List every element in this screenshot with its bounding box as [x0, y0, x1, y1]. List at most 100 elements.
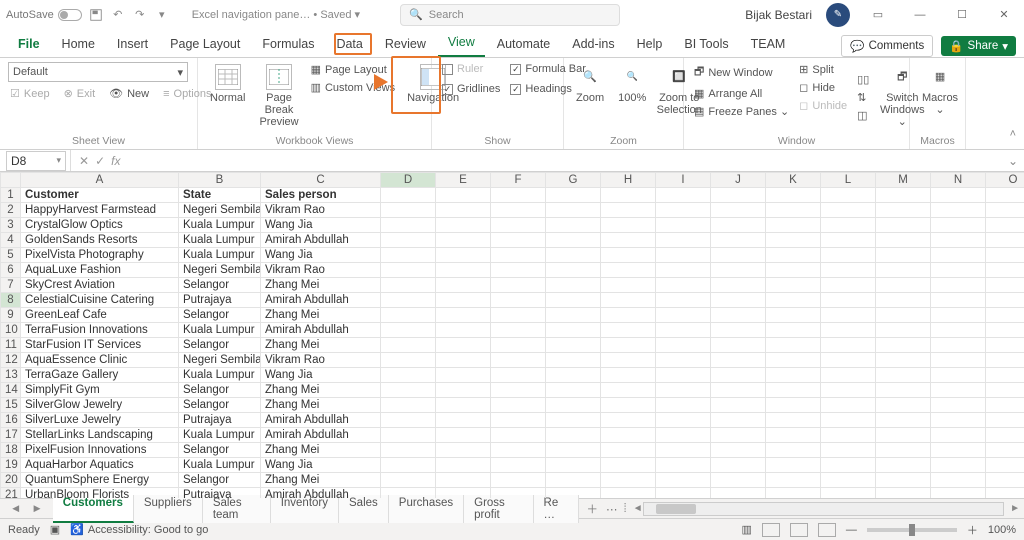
cell[interactable] [381, 323, 436, 338]
cell[interactable] [546, 473, 601, 488]
cell[interactable] [656, 458, 711, 473]
cell[interactable] [931, 413, 986, 428]
cell[interactable] [546, 428, 601, 443]
sheet-tab[interactable]: Customers [53, 495, 134, 523]
cell[interactable] [931, 368, 986, 383]
cell[interactable] [491, 458, 546, 473]
cell[interactable] [711, 308, 766, 323]
sheet-view-dropdown[interactable]: Default▾ [8, 62, 188, 82]
tab-insert[interactable]: Insert [107, 33, 158, 57]
cell[interactable] [601, 248, 656, 263]
sync-scroll-icon[interactable]: ⇅ [855, 90, 871, 105]
fx-icon[interactable]: fx [111, 154, 120, 168]
exit-button[interactable]: ⊗Exit [62, 86, 98, 101]
cell[interactable]: Amirah Abdullah [261, 233, 381, 248]
cell[interactable] [876, 413, 931, 428]
col-header[interactable]: O [986, 173, 1024, 188]
cell[interactable] [766, 443, 821, 458]
view-side-icon[interactable]: ▯▯ [855, 72, 871, 87]
horizontal-scrollbar[interactable] [643, 502, 1004, 516]
cell[interactable] [491, 218, 546, 233]
cell[interactable] [601, 368, 656, 383]
new-button[interactable]: 👁New [107, 86, 151, 101]
cell[interactable] [381, 188, 436, 203]
cell[interactable] [436, 338, 491, 353]
cell[interactable] [931, 353, 986, 368]
cell[interactable] [381, 338, 436, 353]
cell[interactable]: Zhang Mei [261, 443, 381, 458]
tab-page-layout[interactable]: Page Layout [160, 33, 250, 57]
unhide-button[interactable]: ◻Unhide [797, 98, 849, 113]
cell[interactable] [821, 353, 876, 368]
cell[interactable] [986, 488, 1024, 499]
cell[interactable] [986, 293, 1024, 308]
cell[interactable] [766, 368, 821, 383]
cancel-formula-icon[interactable]: ✕ [79, 154, 89, 168]
cell[interactable] [986, 368, 1024, 383]
col-header[interactable]: C [261, 173, 381, 188]
row-header[interactable]: 6 [1, 263, 21, 278]
cell[interactable]: StarFusion IT Services [21, 338, 179, 353]
col-header[interactable]: A [21, 173, 179, 188]
cell[interactable]: Sales person [261, 188, 381, 203]
cell[interactable] [876, 248, 931, 263]
cell[interactable] [656, 263, 711, 278]
cell[interactable] [436, 278, 491, 293]
macro-record-icon[interactable]: ▣ [50, 523, 60, 536]
cell[interactable] [656, 353, 711, 368]
close-icon[interactable]: ✕ [990, 8, 1018, 21]
cell[interactable]: Kuala Lumpur [179, 248, 261, 263]
cell[interactable] [821, 428, 876, 443]
cell[interactable] [381, 278, 436, 293]
user-name[interactable]: Bijak Bestari [745, 8, 812, 22]
display-settings-icon[interactable]: ▥ [741, 523, 751, 536]
cell[interactable] [601, 443, 656, 458]
cell[interactable] [821, 188, 876, 203]
cell[interactable] [986, 353, 1024, 368]
cell[interactable] [711, 398, 766, 413]
cell[interactable] [876, 263, 931, 278]
cell[interactable] [436, 233, 491, 248]
cell[interactable]: Negeri Sembilan [179, 203, 261, 218]
row-header[interactable]: 4 [1, 233, 21, 248]
page-break-button[interactable]: Page Break Preview [255, 62, 302, 130]
cell[interactable] [491, 278, 546, 293]
cell[interactable] [711, 383, 766, 398]
cell[interactable]: Vikram Rao [261, 263, 381, 278]
cell[interactable] [766, 413, 821, 428]
cell[interactable] [821, 473, 876, 488]
cell[interactable] [931, 488, 986, 499]
cell[interactable] [876, 218, 931, 233]
cell[interactable] [546, 458, 601, 473]
cell[interactable] [436, 293, 491, 308]
cell[interactable] [436, 323, 491, 338]
cell[interactable] [656, 443, 711, 458]
cell[interactable] [876, 353, 931, 368]
tab-review[interactable]: Review [375, 33, 436, 57]
macros-button[interactable]: ▦Macros ⌄ [918, 62, 962, 118]
sheet-tab[interactable]: Sales [339, 495, 389, 523]
zoom-out-icon[interactable]: — [846, 524, 857, 536]
cell[interactable] [986, 323, 1024, 338]
cell[interactable]: Zhang Mei [261, 383, 381, 398]
cell[interactable] [656, 488, 711, 499]
tab-home[interactable]: Home [52, 33, 105, 57]
cell[interactable]: State [179, 188, 261, 203]
cell[interactable] [491, 338, 546, 353]
cell[interactable] [711, 458, 766, 473]
cell[interactable]: QuantumSphere Energy [21, 473, 179, 488]
cell[interactable] [766, 473, 821, 488]
cell[interactable]: Amirah Abdullah [261, 428, 381, 443]
zoom-slider[interactable] [867, 528, 957, 532]
cell[interactable]: AquaEssence Clinic [21, 353, 179, 368]
freeze-panes-button[interactable]: ▤Freeze Panes ⌄ [692, 104, 791, 119]
cell[interactable] [766, 398, 821, 413]
cell[interactable]: AquaHarbor Aquatics [21, 458, 179, 473]
cell[interactable] [491, 383, 546, 398]
cell[interactable] [546, 368, 601, 383]
cell[interactable]: CrystalGlow Optics [21, 218, 179, 233]
select-all-corner[interactable] [1, 173, 21, 188]
cell[interactable] [876, 428, 931, 443]
cell[interactable] [766, 428, 821, 443]
page-break-status-icon[interactable] [818, 523, 836, 537]
